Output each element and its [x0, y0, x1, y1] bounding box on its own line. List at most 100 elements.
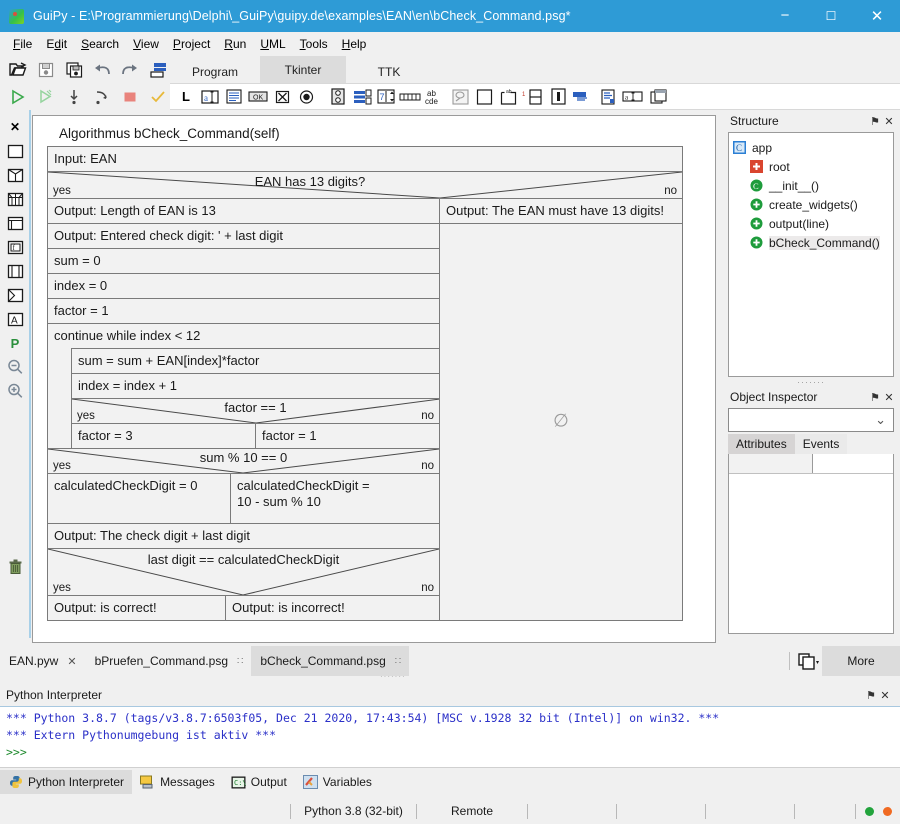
pin-icon[interactable]: ⚑	[864, 687, 878, 703]
nsd-row-input[interactable]: Input: EAN	[48, 147, 682, 172]
while-block-icon[interactable]	[0, 211, 30, 235]
tree-node-app[interactable]: C app	[733, 138, 889, 157]
object-inspector-grid[interactable]	[728, 454, 894, 634]
pin-icon[interactable]: ⚑	[868, 389, 882, 405]
tree-node-create-widgets[interactable]: create_widgets()	[733, 195, 889, 214]
nsd-row-index-inc[interactable]: index = index + 1	[72, 374, 439, 399]
menubutton-icon[interactable]	[596, 85, 620, 108]
tree-node-init[interactable]: C __init__()	[733, 176, 889, 195]
menu-edit[interactable]: Edit	[39, 34, 74, 54]
tab-tkinter[interactable]: Tkinter	[260, 56, 346, 83]
text-icon[interactable]	[222, 85, 246, 108]
nsd-decision-last[interactable]: last digit == calculatedCheckDigit yes n…	[48, 549, 439, 596]
open-folder-icon[interactable]	[4, 57, 32, 83]
label-icon[interactable]: L	[174, 85, 198, 108]
drag-handle-icon[interactable]: ∷	[237, 656, 243, 667]
panel-splitter[interactable]: ·······	[380, 672, 406, 681]
debug-icon[interactable]	[32, 84, 60, 110]
repeat-block-icon[interactable]	[0, 259, 30, 283]
nsd-row-entered-check[interactable]: Output: Entered check digit: ' + last di…	[48, 224, 439, 249]
nsd-cell-factor3[interactable]: factor = 3	[72, 424, 256, 448]
object-selector-combobox[interactable]: ⌄	[728, 408, 894, 432]
close-icon[interactable]: ✕	[0, 115, 30, 139]
canvas-icon[interactable]	[448, 85, 472, 108]
tab-events[interactable]: Events	[794, 434, 848, 454]
panedwindow-icon[interactable]: 1	[520, 85, 546, 108]
close-icon[interactable]: ✕	[67, 655, 76, 668]
delete-icon[interactable]	[0, 555, 30, 579]
for-block-icon[interactable]: f	[0, 235, 30, 259]
spinbox-icon[interactable]: 7	[374, 85, 398, 108]
tree-node-bcheck-command[interactable]: bCheck_Command()	[733, 233, 889, 252]
checkbox-icon[interactable]	[270, 85, 294, 108]
nsd-cell-ccd0[interactable]: calculatedCheckDigit = 0	[48, 474, 231, 523]
menu-run[interactable]: Run	[217, 34, 253, 54]
nsd-decision-factor[interactable]: factor == 1 yes no	[72, 399, 439, 424]
toplevel-icon[interactable]	[646, 85, 670, 108]
structure-tree[interactable]: C app root C __init__() create_widgets()	[728, 132, 894, 377]
scale-icon[interactable]	[350, 85, 374, 108]
nsd-loop-while[interactable]: continue while index < 12 sum = sum + EA…	[48, 324, 439, 449]
button-icon[interactable]: OK	[246, 85, 270, 108]
menu-uml[interactable]: UML	[253, 34, 292, 54]
combobox-icon[interactable]: a	[620, 85, 646, 108]
chevron-down-icon[interactable]: ⌄	[875, 412, 893, 428]
nsd-decision-mod[interactable]: sum % 10 == 0 yes no	[48, 449, 439, 474]
nsd-cell-correct[interactable]: Output: is correct!	[48, 596, 226, 620]
drag-handle-icon[interactable]: ∷	[395, 656, 401, 667]
file-tab-ean-pyw[interactable]: EAN.pyw ✕	[0, 646, 86, 676]
step-over-icon[interactable]	[88, 84, 116, 110]
tab-variables[interactable]: Variables	[295, 770, 380, 794]
tab-program[interactable]: Program	[170, 60, 260, 83]
menu-file[interactable]: File	[6, 34, 39, 54]
nsd-decision-digits[interactable]: EAN has 13 digits? yes no	[48, 172, 682, 199]
tab-output[interactable]: C:\ Output	[223, 770, 295, 794]
file-tab-bpruefen-command[interactable]: bPruefen_Command.psg ∷	[86, 646, 252, 676]
save-all-icon[interactable]	[60, 57, 88, 83]
step-into-icon[interactable]	[60, 84, 88, 110]
listbox-icon[interactable]	[326, 85, 350, 108]
minimize-button[interactable]: −	[762, 0, 808, 32]
if-block-icon[interactable]	[0, 163, 30, 187]
python-mode-icon[interactable]: P	[0, 331, 30, 355]
nsd-cell-incorrect[interactable]: Output: is incorrect!	[226, 596, 439, 620]
check-icon[interactable]	[144, 84, 172, 110]
menu-view[interactable]: View	[126, 34, 166, 54]
nsd-row-factor1[interactable]: factor = 1	[48, 299, 439, 324]
nsd-row-sum0[interactable]: sum = 0	[48, 249, 439, 274]
close-icon[interactable]: ✕	[882, 389, 896, 405]
tab-python-interpreter[interactable]: Python Interpreter	[0, 770, 133, 794]
tab-messages[interactable]: Messages	[132, 770, 223, 794]
diagram-canvas[interactable]: Algorithmus bCheck_Command(self) Input: …	[32, 115, 716, 643]
nsd-row-len-bad[interactable]: Output: The EAN must have 13 digits!	[440, 199, 682, 224]
nsd-cell-factor1b[interactable]: factor = 1	[256, 424, 439, 448]
nsd-row-sum-add[interactable]: sum = sum + EAN[index]*factor	[72, 349, 439, 374]
nsd-cell-ccd-expr[interactable]: calculatedCheckDigit = 10 - sum % 10	[231, 474, 439, 523]
more-button[interactable]: More	[822, 646, 900, 676]
layers-icon[interactable]	[144, 57, 172, 83]
nsd-row-index0[interactable]: index = 0	[48, 274, 439, 299]
menu-search[interactable]: Search	[74, 34, 126, 54]
entry-icon[interactable]: a	[198, 85, 222, 108]
scrollbar-icon[interactable]	[398, 85, 422, 108]
abcde-icon[interactable]: ab cde	[422, 85, 448, 108]
menu-icon[interactable]	[570, 85, 596, 108]
dock-splitter[interactable]: ·······	[722, 377, 900, 387]
tab-ttk[interactable]: TTK	[346, 60, 432, 83]
subprogram-block-icon[interactable]	[0, 283, 30, 307]
tab-attributes[interactable]: Attributes	[728, 434, 795, 454]
statement-block-icon[interactable]	[0, 139, 30, 163]
frame-icon[interactable]	[472, 85, 496, 108]
nsd-row-len-ok[interactable]: Output: Length of EAN is 13	[48, 199, 439, 224]
text-block-icon[interactable]: A	[0, 307, 30, 331]
pin-icon[interactable]: ⚑	[868, 113, 882, 129]
zoom-out-icon[interactable]	[0, 355, 30, 379]
stop-icon[interactable]	[116, 84, 144, 110]
maximize-button[interactable]: ☐	[808, 0, 854, 32]
zoom-in-icon[interactable]	[0, 379, 30, 403]
undo-icon[interactable]	[88, 57, 116, 83]
close-icon[interactable]: ✕	[878, 687, 892, 703]
copy-dropdown-icon[interactable]	[796, 649, 822, 673]
menu-help[interactable]: Help	[335, 34, 374, 54]
interpreter-console[interactable]: *** Python 3.8.7 (tags/v3.8.7:6503f05, D…	[0, 706, 900, 768]
